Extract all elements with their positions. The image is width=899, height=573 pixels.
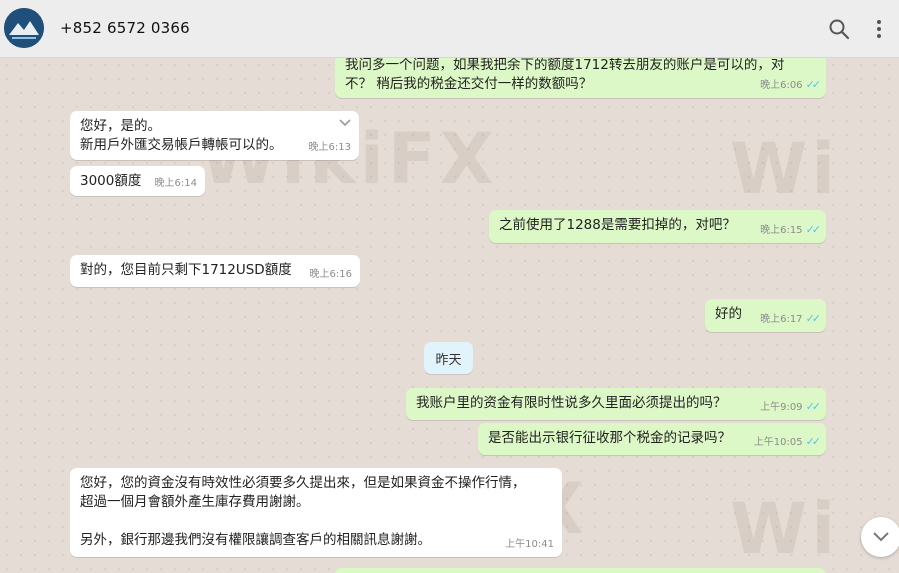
- date-separator: 昨天: [424, 342, 473, 374]
- scroll-to-bottom-button[interactable]: [861, 517, 899, 557]
- read-receipt-icon: ✓✓: [805, 78, 822, 91]
- chevron-down-icon[interactable]: [339, 119, 351, 127]
- read-receipt-icon: ✓✓: [805, 312, 822, 325]
- message-outgoing[interactable]: 之前使用了1288是需要扣掉的，对吧？ 晚上6:15 ✓✓: [489, 210, 826, 243]
- message-incoming[interactable]: 您好，您的資金沒有時效性必須要多久提出來，但是如果資金不操作行情， 超過一個月會…: [70, 468, 562, 557]
- contact-name[interactable]: +852 6572 0366: [60, 19, 190, 37]
- message-time: 晚上6:15: [760, 225, 803, 236]
- message-time: 上午10:05: [753, 437, 803, 448]
- message-meta: 上午9:09 ✓✓: [760, 397, 822, 417]
- message-time: 晚上6:16: [309, 269, 352, 280]
- message-text: 我问多一个问题，如果我把余下的额度1712转去朋友的账户是可以的，对 不？ 稍后…: [345, 58, 785, 92]
- message-meta: 晚上6:17 ✓✓: [760, 309, 822, 329]
- avatar[interactable]: [4, 8, 44, 48]
- message-outgoing[interactable]: 是否能出示银行征收那个税金的记录吗？ 上午10:05 ✓✓: [478, 423, 826, 455]
- message-incoming[interactable]: 對的，您目前只剩下1712USD額度 晚上6:16: [70, 255, 360, 287]
- read-receipt-icon: ✓✓: [805, 400, 822, 413]
- message-time: 晚上6:17: [760, 314, 803, 325]
- message-outgoing[interactable]: 好的 晚上6:17 ✓✓: [705, 299, 826, 332]
- message-text: 您好，您的資金沒有時效性必須要多久提出來，但是如果資金不操作行情， 超過一個月會…: [80, 475, 526, 548]
- more-vert-icon[interactable]: [867, 17, 891, 41]
- message-outgoing[interactable]: [335, 568, 826, 573]
- message-meta: 晚上6:06 ✓✓: [760, 75, 822, 95]
- read-receipt-icon: ✓✓: [805, 223, 822, 236]
- read-receipt-icon: ✓✓: [805, 435, 822, 448]
- watermark: Wi: [730, 488, 840, 570]
- message-incoming[interactable]: 您好，是的。 新用戶外匯交易帳戶轉帳可以的。 晚上6:13: [70, 111, 359, 160]
- chat-area[interactable]: WikiFX Wi WikiFX Wi 我问多一个问题，如果我把余下的额度171…: [0, 58, 899, 573]
- chevron-down-icon: [873, 532, 889, 542]
- avatar-logo-icon: [4, 8, 44, 48]
- watermark: Wi: [730, 128, 840, 210]
- message-outgoing[interactable]: 我账户里的资金有限时性说多久里面必须提出的吗？ 上午9:09 ✓✓: [406, 388, 826, 420]
- message-time: 晚上6:06: [760, 80, 803, 91]
- search-icon[interactable]: [827, 17, 851, 41]
- chat-header: +852 6572 0366: [0, 0, 899, 58]
- message-incoming[interactable]: 3000額度 晚上6:14: [70, 166, 205, 196]
- message-time: 上午9:09: [760, 402, 803, 413]
- message-text: 我账户里的资金有限时性说多久里面必须提出的吗？: [416, 395, 727, 411]
- message-time: 上午10:41: [505, 539, 554, 550]
- message-meta: 上午10:05 ✓✓: [753, 432, 822, 452]
- message-outgoing[interactable]: 我问多一个问题，如果我把余下的额度1712转去朋友的账户是可以的，对 不？ 稍后…: [335, 58, 826, 98]
- message-time: 晚上6:13: [308, 142, 351, 153]
- message-time: 晚上6:14: [154, 178, 197, 189]
- message-meta: 晚上6:15 ✓✓: [760, 220, 822, 240]
